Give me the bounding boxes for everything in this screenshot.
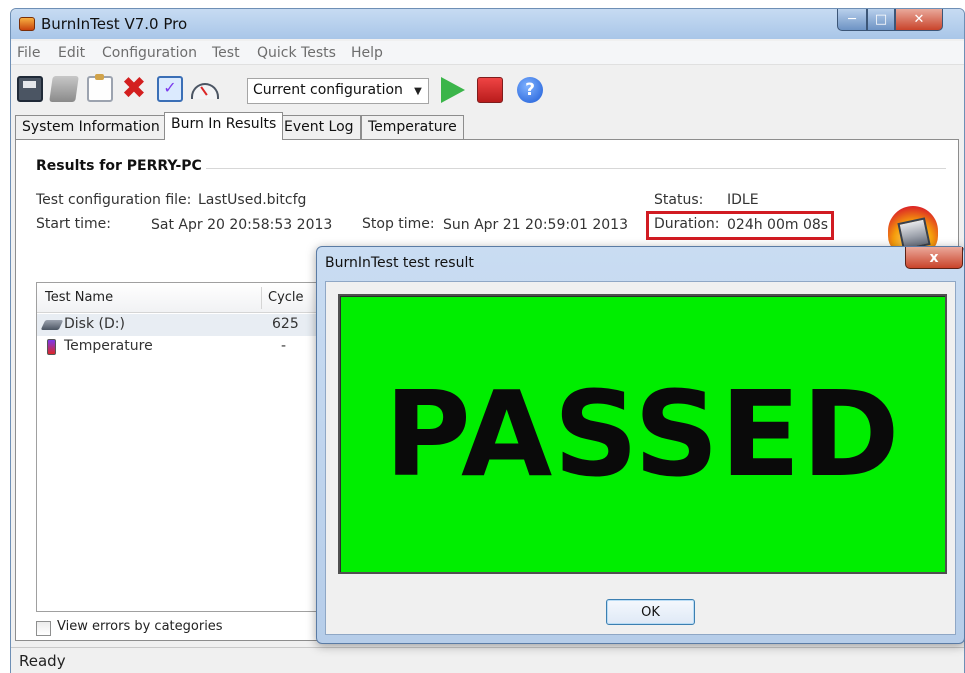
gauge-icon[interactable] [189, 76, 219, 102]
configuration-select-value: Current configuration [253, 82, 403, 98]
close-button[interactable]: ✕ [895, 9, 943, 31]
tab-temperature[interactable]: Temperature [361, 115, 464, 139]
toolbar: ✖ ✓ Current configuration ▼ ? [11, 67, 964, 113]
table-row[interactable]: Disk (D:) 625 [37, 314, 320, 336]
test-result-dialog: BurnInTest test result x PASSED OK [316, 246, 965, 644]
checklist-icon[interactable]: ✓ [157, 76, 183, 102]
menu-edit[interactable]: Edit [58, 45, 85, 61]
status-bar: Ready [11, 647, 964, 673]
menu-configuration[interactable]: Configuration [102, 45, 197, 61]
tab-system-information[interactable]: System Information [15, 115, 167, 139]
test-name-cell: Disk (D:) [64, 316, 125, 332]
column-test-name[interactable]: Test Name [45, 290, 113, 305]
start-time-value: Sat Apr 20 20:58:53 2013 [151, 217, 333, 233]
help-icon[interactable]: ? [517, 77, 543, 103]
stop-icon[interactable] [477, 77, 503, 103]
status-text: Ready [19, 652, 66, 670]
clipboard-icon[interactable] [87, 74, 113, 102]
view-errors-checkbox[interactable] [36, 621, 51, 636]
status-value: IDLE [727, 192, 759, 208]
ok-button[interactable]: OK [606, 599, 695, 625]
play-icon[interactable] [441, 77, 465, 103]
results-heading: Results for PERRY-PC [36, 158, 202, 174]
disk-icon [40, 320, 64, 330]
heading-divider [206, 168, 946, 169]
config-file-value: LastUsed.bitcfg [198, 192, 307, 208]
app-icon [19, 17, 35, 31]
disks-icon[interactable] [49, 76, 79, 102]
thermometer-icon [47, 339, 56, 355]
chevron-down-icon[interactable]: ▼ [408, 79, 428, 103]
menu-bar: File Edit Configuration Test Quick Tests… [11, 41, 964, 65]
tab-burn-in-results[interactable]: Burn In Results [164, 112, 284, 140]
stop-time-value: Sun Apr 21 20:59:01 2013 [443, 217, 628, 233]
column-divider[interactable] [261, 287, 262, 309]
save-icon[interactable] [17, 76, 43, 102]
config-file-label: Test configuration file: [36, 192, 192, 208]
result-panel: PASSED [338, 294, 947, 574]
dialog-title: BurnInTest test result [325, 255, 474, 271]
column-cycle[interactable]: Cycle [268, 290, 304, 305]
tab-event-log[interactable]: Event Log [277, 115, 361, 139]
dialog-body: PASSED OK [325, 281, 956, 635]
result-text: PASSED [384, 365, 901, 503]
maximize-button[interactable]: □ [867, 9, 895, 31]
status-label: Status: [654, 192, 704, 208]
view-errors-label[interactable]: View errors by categories [57, 619, 223, 634]
stop-time-label: Stop time: [362, 216, 435, 232]
duration-label: Duration: [654, 216, 720, 232]
minimize-button[interactable]: ─ [837, 9, 867, 31]
duration-value: 024h 00m 08s [727, 217, 829, 233]
table-header: Test Name Cycle [37, 283, 320, 313]
title-bar[interactable]: BurnInTest V7.0 Pro ─ □ ✕ [11, 9, 964, 39]
menu-quick-tests[interactable]: Quick Tests [257, 45, 336, 61]
start-time-label: Start time: [36, 216, 111, 232]
delete-icon[interactable]: ✖ [121, 74, 147, 104]
cycle-cell: 625 [272, 316, 299, 332]
menu-file[interactable]: File [17, 45, 40, 61]
cycle-cell: - [281, 338, 287, 354]
table-row[interactable]: Temperature - [37, 336, 320, 358]
menu-help[interactable]: Help [351, 45, 383, 61]
window-title: BurnInTest V7.0 Pro [41, 15, 188, 33]
results-table: Test Name Cycle Disk (D:) 625 Temperatur… [36, 282, 321, 612]
menu-test[interactable]: Test [212, 45, 240, 61]
dialog-close-button[interactable]: x [905, 247, 963, 269]
test-name-cell: Temperature [64, 338, 153, 354]
configuration-select[interactable]: Current configuration ▼ [247, 78, 429, 104]
